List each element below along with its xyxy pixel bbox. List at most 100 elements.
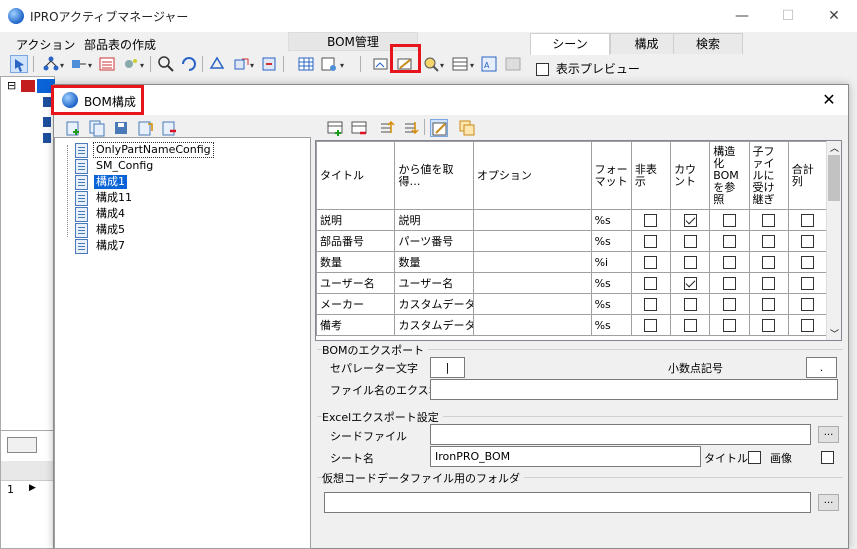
bom-view-icon[interactable]	[98, 55, 116, 73]
count-checkbox[interactable]	[683, 318, 697, 332]
save-config-icon[interactable]	[112, 119, 130, 137]
menu-action[interactable]: アクション	[16, 36, 75, 53]
column-header[interactable]: 合計列	[787, 141, 828, 210]
table-row[interactable]: 備考カスタムデータ… %s	[316, 314, 828, 336]
columns-icon[interactable]	[451, 55, 469, 73]
table-row[interactable]: 説明 説明 %s	[316, 209, 828, 231]
settings-icon[interactable]	[122, 55, 140, 73]
inherit-checkbox[interactable]	[762, 234, 776, 248]
cell-option[interactable]	[472, 209, 592, 231]
assembly-icon[interactable]	[42, 55, 60, 73]
edit-mode-icon[interactable]	[430, 119, 448, 137]
config-item[interactable]: SM_Config	[75, 158, 155, 174]
select-icon[interactable]	[10, 55, 28, 73]
cell-source[interactable]: 説明	[394, 209, 474, 231]
config-item[interactable]: OnlyPartNameConfig	[75, 142, 214, 158]
move-down-icon[interactable]	[402, 119, 420, 137]
column-header[interactable]: カウント	[670, 141, 711, 210]
filename-export-input[interactable]	[430, 379, 838, 400]
cell-title[interactable]: 説明	[316, 209, 396, 231]
total-checkbox[interactable]	[800, 255, 814, 269]
tab-scene[interactable]: シーン	[530, 33, 610, 55]
dialog-close-button[interactable]: ✕	[814, 89, 844, 111]
decimal-input[interactable]: .	[806, 357, 837, 378]
structured-checkbox[interactable]	[722, 297, 736, 311]
cell-option[interactable]	[472, 272, 592, 294]
hidden-checkbox[interactable]	[644, 234, 658, 248]
column-header[interactable]: タイトル	[316, 141, 396, 210]
sheet-name-input[interactable]: IronPRO_BOM	[430, 446, 701, 467]
virtual-folder-input[interactable]	[324, 492, 811, 513]
tab-search[interactable]: 検索	[673, 33, 743, 54]
move-icon[interactable]	[260, 55, 278, 73]
column-header[interactable]: から値を取得…	[394, 141, 474, 210]
cell-source[interactable]: 数量	[394, 251, 474, 273]
cell-title[interactable]: ユーザー名	[316, 272, 396, 294]
inherit-checkbox[interactable]	[762, 318, 776, 332]
add-config-icon[interactable]	[64, 119, 82, 137]
cell-format[interactable]: %s	[590, 209, 632, 231]
copy-columns-icon[interactable]	[458, 119, 476, 137]
search-icon[interactable]	[422, 55, 440, 73]
inherit-checkbox[interactable]	[762, 276, 776, 290]
inherit-checkbox[interactable]	[762, 213, 776, 227]
inherit-checkbox[interactable]	[762, 255, 776, 269]
count-checkbox[interactable]	[683, 213, 697, 227]
column-header[interactable]: 構造化BOMを参照	[709, 141, 750, 210]
count-checkbox[interactable]	[683, 276, 697, 290]
export-icon[interactable]	[232, 55, 250, 73]
seed-file-input[interactable]	[430, 424, 811, 445]
menu-create-bom[interactable]: 部品表の作成	[84, 36, 156, 53]
structured-checkbox[interactable]	[722, 213, 736, 227]
config-item[interactable]: 構成1	[75, 174, 127, 190]
maximize-button[interactable]: ☐	[765, 0, 811, 32]
structured-checkbox[interactable]	[722, 318, 736, 332]
move-up-icon[interactable]	[378, 119, 396, 137]
part-icon[interactable]	[70, 55, 88, 73]
add-row-icon[interactable]	[326, 119, 344, 137]
cell-title[interactable]: 備考	[316, 314, 396, 336]
cell-title[interactable]: メーカー	[316, 293, 396, 315]
column-header[interactable]: 非表示	[630, 141, 672, 210]
seed-file-browse-button[interactable]: ...	[818, 426, 839, 443]
count-checkbox[interactable]	[683, 234, 697, 248]
config-item[interactable]: 構成4	[75, 206, 127, 222]
config-item[interactable]: 構成11	[75, 190, 134, 206]
preview-checkbox[interactable]	[536, 63, 549, 76]
grid-view-button[interactable]	[7, 437, 37, 453]
cell-format[interactable]: %s	[590, 230, 632, 252]
total-checkbox[interactable]	[800, 318, 814, 332]
column-header[interactable]: フォーマット	[590, 141, 632, 210]
cell-option[interactable]	[472, 314, 592, 336]
column-header[interactable]: 子ファイルに受け継ぎ	[748, 141, 789, 210]
total-checkbox[interactable]	[800, 234, 814, 248]
scroll-up-icon[interactable]: ︿	[830, 141, 839, 154]
cell-format[interactable]: %i	[590, 251, 632, 273]
bom-image-icon[interactable]	[372, 55, 390, 73]
import-config-icon[interactable]	[136, 119, 154, 137]
delete-config-icon[interactable]	[160, 119, 178, 137]
hidden-checkbox[interactable]	[644, 213, 658, 227]
hidden-checkbox[interactable]	[644, 276, 658, 290]
cell-format[interactable]: %s	[590, 272, 632, 294]
rotate-icon[interactable]	[180, 55, 198, 73]
count-checkbox[interactable]	[683, 297, 697, 311]
cell-option[interactable]	[472, 293, 592, 315]
cell-option[interactable]	[472, 251, 592, 273]
config-item[interactable]: 構成5	[75, 222, 127, 238]
cell-title[interactable]: 部品番号	[316, 230, 396, 252]
close-window-button[interactable]: ✕	[811, 0, 857, 32]
config-item[interactable]: 構成7	[75, 238, 127, 254]
cell-format[interactable]: %s	[590, 314, 632, 336]
grid-scrollbar[interactable]: ︿ ﹀	[826, 141, 841, 340]
total-checkbox[interactable]	[800, 276, 814, 290]
virtual-folder-browse-button[interactable]: ...	[818, 494, 839, 511]
structured-checkbox[interactable]	[722, 234, 736, 248]
count-checkbox[interactable]	[683, 255, 697, 269]
minimize-button[interactable]: —	[719, 0, 765, 32]
zoom-icon[interactable]	[157, 55, 175, 73]
cell-title[interactable]: 数量	[316, 251, 396, 273]
cell-format[interactable]: %s	[590, 293, 632, 315]
total-checkbox[interactable]	[800, 213, 814, 227]
view-icon[interactable]	[208, 55, 226, 73]
